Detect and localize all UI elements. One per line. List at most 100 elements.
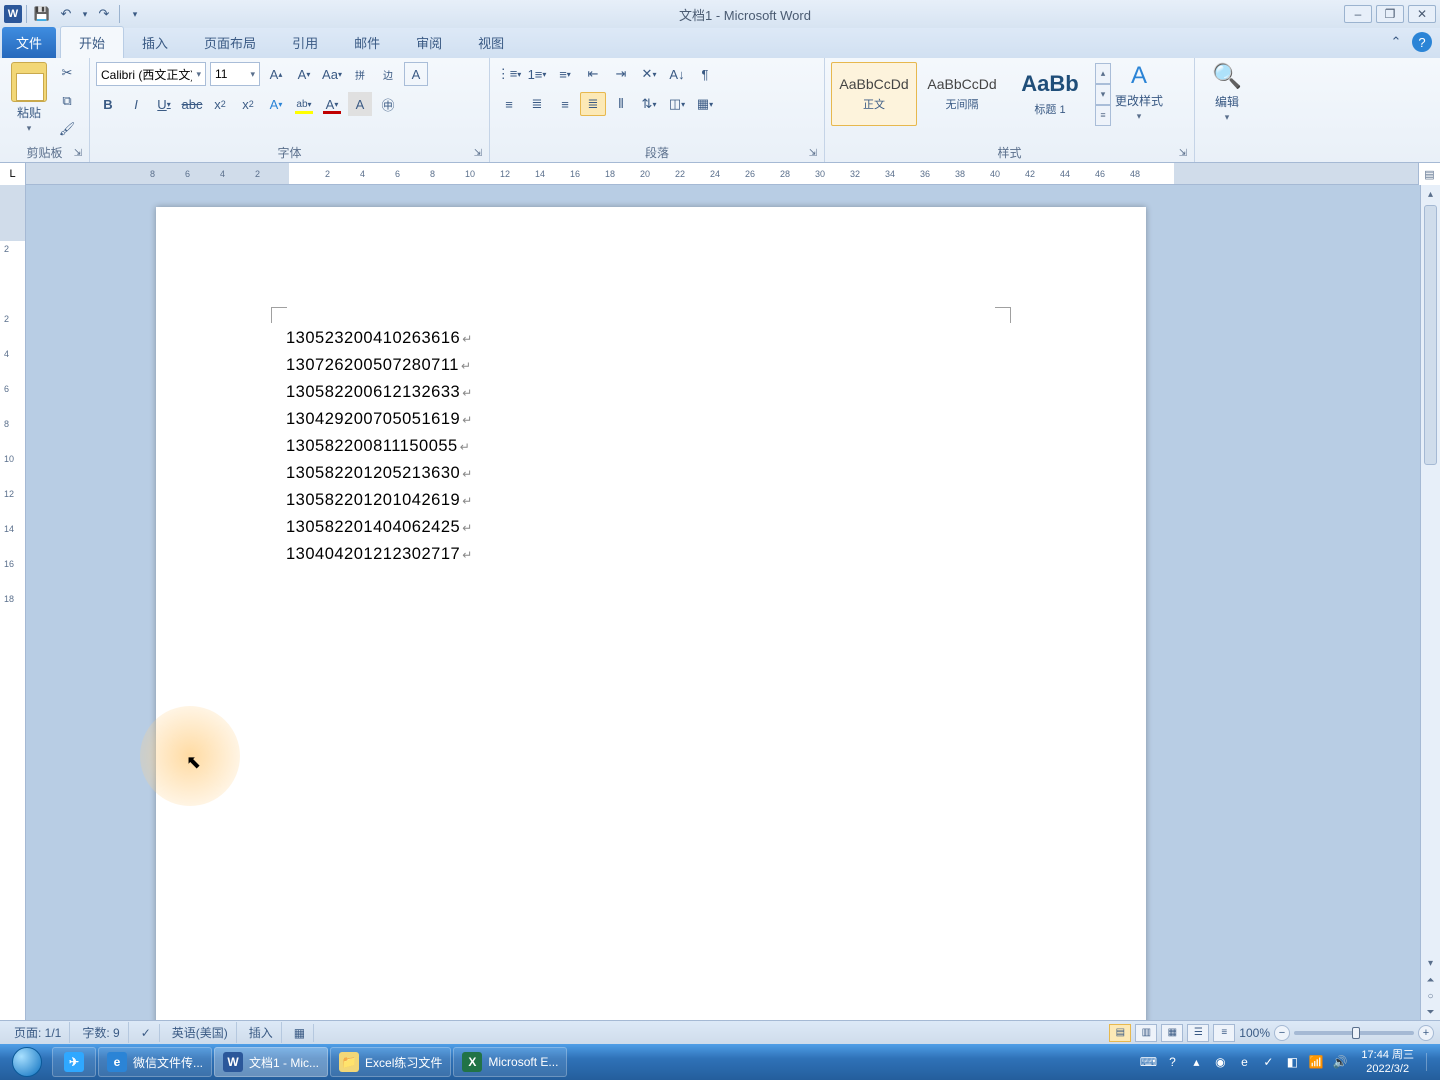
justify-button[interactable]: ≣ [580, 92, 606, 116]
scroll-down-button[interactable]: ▾ [1421, 954, 1440, 972]
view-draft[interactable]: ≡ [1213, 1024, 1235, 1042]
styles-expand[interactable]: ≡ [1095, 105, 1111, 126]
numbering-button[interactable]: 1≡▾ [524, 62, 550, 86]
zoom-slider[interactable] [1294, 1031, 1414, 1035]
underline-button[interactable]: U▾ [152, 92, 176, 116]
document-line[interactable]: 130582200811150055 [286, 433, 473, 460]
vertical-scrollbar[interactable]: ▴ ▾ ⏶ ○ ⏷ [1420, 185, 1440, 1020]
bold-button[interactable]: B [96, 92, 120, 116]
horizontal-ruler[interactable]: 8642246810121416182022242628303234363840… [26, 163, 1418, 184]
status-language[interactable]: 英语(美国) [164, 1022, 237, 1043]
zoom-value[interactable]: 100% [1239, 1026, 1270, 1040]
highlight-button[interactable]: ab▾ [292, 92, 316, 116]
line-spacing-button[interactable]: ⇅▾ [636, 92, 662, 116]
tray-icon[interactable]: e [1235, 1053, 1253, 1071]
scroll-up-button[interactable]: ▴ [1421, 185, 1440, 203]
font-size-combo[interactable]: 11 ▾ [210, 62, 260, 86]
decrease-indent-button[interactable]: ⇤ [580, 62, 606, 86]
tab-layout[interactable]: 页面布局 [186, 27, 274, 58]
document-content[interactable]: 130523200410263616130726200507280711 1305… [286, 325, 473, 568]
help-button[interactable]: ? [1412, 32, 1432, 52]
minimize-button[interactable]: – [1344, 5, 1372, 23]
copy-button[interactable]: ⧉ [56, 90, 78, 112]
font-name-combo[interactable]: Calibri (西文正文) ▾ [96, 62, 206, 86]
taskbar-ie[interactable]: e微信文件传... [98, 1047, 212, 1077]
vertical-ruler[interactable]: 224681012141618 [0, 185, 26, 1020]
style-heading1[interactable]: AaBb 标题 1 [1007, 62, 1093, 126]
zoom-out-button[interactable]: − [1274, 1025, 1290, 1041]
italic-button[interactable]: I [124, 92, 148, 116]
status-words[interactable]: 字数: 9 [74, 1022, 128, 1043]
asian-layout-button[interactable]: ✕▾ [636, 62, 662, 86]
bullets-button[interactable]: ⋮≡▾ [496, 62, 522, 86]
redo-button[interactable]: ↷ [93, 3, 115, 25]
document-canvas[interactable]: 130523200410263616130726200507280711 1305… [26, 185, 1420, 1020]
align-left-button[interactable]: ≡ [496, 92, 522, 116]
taskbar-folder[interactable]: 📁Excel练习文件 [330, 1047, 451, 1077]
sort-button[interactable]: A↓ [664, 62, 690, 86]
style-no-spacing[interactable]: AaBbCcDd 无间隔 [919, 62, 1005, 126]
document-line[interactable]: 130582201404062425 [286, 514, 473, 541]
zoom-thumb[interactable] [1352, 1027, 1360, 1039]
styles-dialog-launcher[interactable]: ⇲ [1176, 146, 1190, 160]
cut-button[interactable]: ✂ [56, 62, 78, 84]
document-line[interactable]: 130523200410263616 [286, 325, 473, 352]
change-case-button[interactable]: Aa▾ [320, 62, 344, 86]
tray-icon[interactable]: ◉ [1211, 1053, 1229, 1071]
prev-page-button[interactable]: ⏶ [1421, 972, 1440, 988]
document-line[interactable]: 130429200705051619 [286, 406, 473, 433]
save-button[interactable]: 💾 [31, 3, 53, 25]
undo-button[interactable]: ↶ [55, 3, 77, 25]
enclose-characters-button[interactable]: ㊥ [376, 92, 400, 116]
taskbar-clock[interactable]: 17:44 周三 2022/3/2 [1355, 1048, 1420, 1076]
grow-font-button[interactable]: A▴ [264, 62, 288, 86]
multilevel-list-button[interactable]: ≡▾ [552, 62, 578, 86]
status-page[interactable]: 页面: 1/1 [6, 1022, 70, 1043]
subscript-button[interactable]: x2 [208, 92, 232, 116]
styles-scroll-up[interactable]: ▴ [1095, 63, 1111, 84]
start-button[interactable] [4, 1046, 50, 1078]
document-line[interactable]: 130582201201042619 [286, 487, 473, 514]
shrink-font-button[interactable]: A▾ [292, 62, 316, 86]
tray-icon[interactable]: ✓ [1259, 1053, 1277, 1071]
font-dialog-launcher[interactable]: ⇲ [471, 146, 485, 160]
paragraph-dialog-launcher[interactable]: ⇲ [806, 146, 820, 160]
paste-button[interactable]: 粘贴 ▾ [6, 62, 52, 134]
view-print-layout[interactable]: ▤ [1109, 1024, 1131, 1042]
increase-indent-button[interactable]: ⇥ [608, 62, 634, 86]
tab-selector[interactable]: L [0, 163, 26, 185]
status-proofing-icon[interactable]: ✓ [133, 1024, 160, 1042]
view-full-screen[interactable]: ▥ [1135, 1024, 1157, 1042]
superscript-button[interactable]: x2 [236, 92, 260, 116]
undo-dropdown[interactable]: ▾ [79, 3, 91, 25]
tab-mailings[interactable]: 邮件 [336, 27, 398, 58]
view-outline[interactable]: ☰ [1187, 1024, 1209, 1042]
ruler-view-button[interactable]: ▤ [1418, 163, 1440, 185]
document-line[interactable]: 130726200507280711 [286, 352, 473, 379]
show-marks-button[interactable]: ¶ [692, 62, 718, 86]
borders-button[interactable]: ▦▾ [692, 92, 718, 116]
restore-button[interactable]: ❐ [1376, 5, 1404, 23]
tab-file[interactable]: 文件 [2, 27, 56, 58]
tray-icon[interactable]: ? [1163, 1053, 1181, 1071]
text-effects-button[interactable]: A▾ [264, 92, 288, 116]
scroll-thumb[interactable] [1424, 205, 1437, 465]
status-mode[interactable]: 插入 [241, 1022, 282, 1043]
font-color-button[interactable]: A▾ [320, 92, 344, 116]
tab-home[interactable]: 开始 [60, 26, 124, 58]
tray-icon[interactable]: ◧ [1283, 1053, 1301, 1071]
tray-volume-icon[interactable]: 🔊 [1331, 1053, 1349, 1071]
style-normal[interactable]: AaBbCcDd 正文 [831, 62, 917, 126]
character-shading-button[interactable]: A [348, 92, 372, 116]
styles-scroll-down[interactable]: ▾ [1095, 84, 1111, 105]
character-border-button[interactable]: 边 [376, 62, 400, 86]
zoom-in-button[interactable]: + [1418, 1025, 1434, 1041]
phonetic-guide-button[interactable]: 拼 [348, 62, 372, 86]
distribute-button[interactable]: ⫴ [608, 92, 634, 116]
close-button[interactable]: ✕ [1408, 5, 1436, 23]
browse-object-button[interactable]: ○ [1421, 988, 1440, 1004]
shading-button[interactable]: ◫▾ [664, 92, 690, 116]
align-center-button[interactable]: ≣ [524, 92, 550, 116]
next-page-button[interactable]: ⏷ [1421, 1004, 1440, 1020]
format-painter-button[interactable]: 🖌 [56, 118, 78, 140]
